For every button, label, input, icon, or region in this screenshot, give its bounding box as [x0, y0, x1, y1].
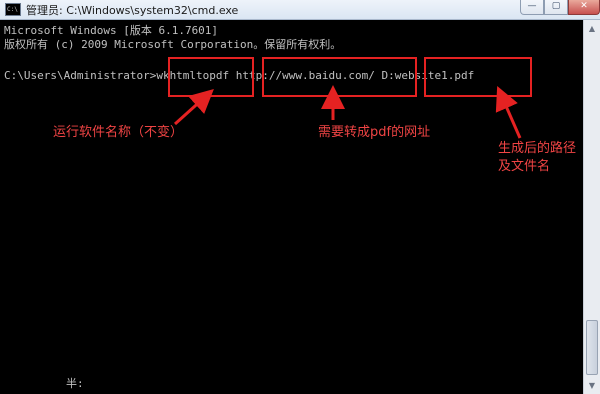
annotation-url: 需要转成pdf的网址 — [318, 125, 431, 140]
scroll-up-icon[interactable]: ▲ — [585, 21, 599, 36]
cmd-icon[interactable]: C:\ — [5, 3, 21, 16]
title-bar[interactable]: C:\ 管理员: C:\Windows\system32\cmd.exe — ▢… — [0, 0, 600, 20]
annotation-output-path-line2: 及文件名 — [498, 159, 551, 174]
annotation-output-path: 生成后的路径 及文件名 — [498, 140, 576, 176]
maximize-button[interactable]: ▢ — [544, 0, 568, 15]
scroll-thumb[interactable] — [586, 320, 598, 375]
annotation-program-name: 运行软件名称（不变） — [53, 125, 184, 140]
vertical-scrollbar[interactable]: ▲ ▼ — [583, 20, 600, 394]
window-title: 管理员: C:\Windows\system32\cmd.exe — [26, 4, 239, 17]
close-button[interactable]: ✕ — [568, 0, 600, 15]
highlight-url — [262, 57, 417, 97]
console-line-copyright: 版权所有 (c) 2009 Microsoft Corporation。保留所有… — [4, 38, 342, 51]
minimize-button[interactable]: — — [520, 0, 544, 15]
console-line-version: Microsoft Windows [版本 6.1.7601] — [4, 24, 219, 37]
highlight-output-path — [424, 57, 532, 97]
arrow-output-path — [495, 86, 522, 139]
annotation-output-path-line1: 生成后的路径 — [498, 141, 577, 156]
arrow-program-name — [173, 88, 214, 126]
scroll-down-icon[interactable]: ▼ — [585, 378, 599, 393]
ime-status: 半: — [66, 377, 84, 390]
highlight-program-name — [168, 57, 254, 97]
